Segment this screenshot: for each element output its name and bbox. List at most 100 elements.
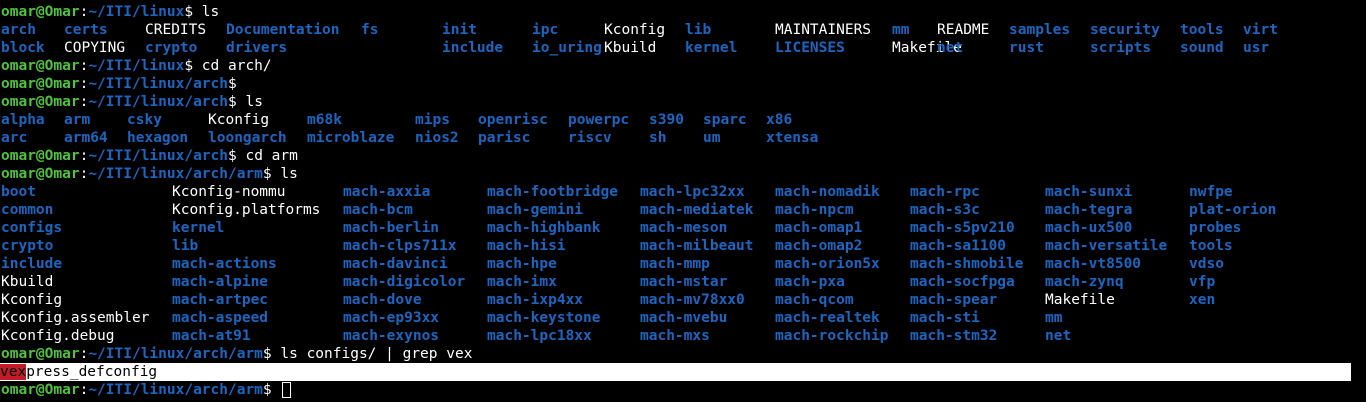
- directory-entry: mach-imx: [487, 274, 557, 290]
- directory-entry: plat-orion: [1189, 202, 1277, 218]
- directory-entry: mach-sti: [910, 310, 980, 326]
- file-entry: Kconfig: [1, 292, 63, 308]
- directory-entry: Documentation: [226, 22, 340, 38]
- file-entry: Kconfig.assembler: [1, 310, 150, 326]
- directory-entry: mach-lpc32xx: [640, 184, 745, 200]
- directory-entry: mach-clps711x: [343, 238, 457, 254]
- directory-entry: LICENSES: [775, 40, 845, 56]
- prompt-line: omar@Omar:~/ITI/linux/arch$ cd arm: [1, 147, 1366, 165]
- grep-match: vex: [0, 364, 27, 380]
- prompt-path: ~/ITI/linux/arch: [88, 76, 228, 92]
- ls-output-row: boot Kconfig-nommu mach-axxia mach-footbrid…: [1, 183, 1366, 201]
- directory-entry: include: [442, 40, 504, 56]
- prompt-path: ~/ITI/linux/arch: [88, 148, 228, 164]
- command-text: ls: [193, 4, 220, 20]
- directory-entry: mach-sa1100: [910, 238, 1007, 254]
- directory-entry: certs: [64, 22, 108, 38]
- ls-output-row: Kconfig mach-artpec mach-dove mach-ixp4xx ma…: [1, 291, 1366, 309]
- directory-entry: lib: [685, 22, 712, 38]
- directory-entry: mach-hisi: [487, 238, 566, 254]
- directory-entry: s390: [649, 112, 684, 128]
- ls-output-row: block COPYING crypto drivers include io_uring…: [1, 39, 1366, 57]
- directory-entry: arch: [1, 22, 36, 38]
- directory-entry: lib: [172, 238, 199, 254]
- directory-entry: mach-mvebu: [640, 310, 728, 326]
- file-entry: Kconfig: [208, 112, 270, 128]
- directory-entry: arm: [64, 112, 91, 128]
- prompt-dollar: $: [228, 76, 237, 92]
- prompt-user: omar@Omar: [1, 346, 80, 362]
- directory-entry: tools: [1180, 22, 1224, 38]
- directory-entry: mach-orion5x: [775, 256, 880, 272]
- prompt-separator: :: [79, 346, 89, 362]
- prompt-separator: :: [79, 58, 89, 74]
- directory-entry: mach-milbeaut: [640, 238, 754, 254]
- directory-entry: mach-ixp4xx: [487, 292, 584, 308]
- directory-entry: mach-davinci: [343, 256, 448, 272]
- directory-entry: arm64: [64, 130, 108, 146]
- text-cursor[interactable]: [282, 382, 292, 398]
- ls-output-row: Kbuild mach-alpine mach-digicolor mach-imx m…: [1, 273, 1366, 291]
- prompt-dollar: $: [228, 94, 237, 110]
- prompt-line: omar@Omar:~/ITI/linux/arch/arm$: [1, 381, 1366, 399]
- file-entry: CREDITS: [145, 22, 207, 38]
- prompt-line: omar@Omar:~/ITI/linux$ cd arch/: [1, 57, 1366, 75]
- directory-entry: tools: [1189, 238, 1233, 254]
- directory-entry: mach-lpc18xx: [487, 328, 592, 344]
- directory-entry: xtensa: [766, 130, 819, 146]
- file-entry: COPYING: [64, 40, 126, 56]
- directory-entry: nwfpe: [1189, 184, 1233, 200]
- directory-entry: x86: [766, 112, 793, 128]
- directory-entry: mach-pxa: [775, 274, 845, 290]
- ls-output-row: crypto lib mach-clps711x mach-hisi mach-milb…: [1, 237, 1366, 255]
- prompt-line: omar@Omar:~/ITI/linux/arch/arm$ ls confi…: [1, 345, 1366, 363]
- directory-entry: mach-actions: [172, 256, 277, 272]
- directory-entry: nios2: [415, 130, 459, 146]
- directory-entry: mach-alpine: [172, 274, 269, 290]
- directory-entry: mach-s3c: [910, 202, 980, 218]
- directory-entry: kernel: [685, 40, 738, 56]
- prompt-line: omar@Omar:~/ITI/linux/arch$ ls: [1, 93, 1366, 111]
- ls-output-row: alpha arm csky Kconfig m68k mips openrisc power…: [1, 111, 1366, 129]
- directory-entry: drivers: [226, 40, 288, 56]
- directory-entry: mach-highbank: [487, 220, 601, 236]
- prompt-user: omar@Omar: [1, 166, 80, 182]
- command-text: [272, 382, 281, 398]
- directory-entry: loongarch: [208, 130, 287, 146]
- directory-entry: io_uring: [532, 40, 602, 56]
- directory-entry: arc: [1, 130, 28, 146]
- directory-entry: mips: [415, 112, 450, 128]
- ls-output-row: include mach-actions mach-davinci mach-hpe m…: [1, 255, 1366, 273]
- ls-output-row: common Kconfig.platforms mach-bcm mach-gemi…: [1, 201, 1366, 219]
- directory-entry: mach-digicolor: [343, 274, 466, 290]
- directory-entry: usr: [1243, 40, 1270, 56]
- command-text: cd arm: [236, 148, 298, 164]
- directory-entry: mach-keystone: [487, 310, 601, 326]
- directory-entry: mach-ep93xx: [343, 310, 440, 326]
- directory-entry: mach-sunxi: [1045, 184, 1133, 200]
- prompt-separator: :: [79, 94, 89, 110]
- directory-entry: xen: [1189, 292, 1216, 308]
- prompt-user: omar@Omar: [1, 382, 80, 398]
- command-text: ls configs/ | grep vex: [271, 346, 473, 362]
- directory-entry: mach-mediatek: [640, 202, 754, 218]
- directory-entry: openrisc: [478, 112, 548, 128]
- directory-entry: vfp: [1189, 274, 1216, 290]
- file-entry: README: [937, 22, 990, 38]
- file-entry: Makefile: [1045, 292, 1115, 308]
- directory-entry: mach-nomadik: [775, 184, 880, 200]
- prompt-line: omar@Omar:~/ITI/linux/arch/arm$ ls: [1, 165, 1366, 183]
- directory-entry: init: [442, 22, 477, 38]
- terminal-window[interactable]: omar@Omar:~/ITI/linux$ ls arch certs CREDIT…: [0, 0, 1366, 402]
- prompt-separator: :: [79, 166, 89, 182]
- directory-entry: mach-realtek: [775, 310, 880, 326]
- directory-entry: microblaze: [307, 130, 395, 146]
- directory-entry: mm: [892, 22, 910, 38]
- command-text: ls: [271, 166, 298, 182]
- directory-entry: parisc: [478, 130, 531, 146]
- directory-entry: mach-rpc: [910, 184, 980, 200]
- directory-entry: sh: [649, 130, 667, 146]
- directory-entry: mach-rockchip: [775, 328, 889, 344]
- directory-entry: net: [937, 40, 964, 56]
- directory-entry: net: [1045, 328, 1072, 344]
